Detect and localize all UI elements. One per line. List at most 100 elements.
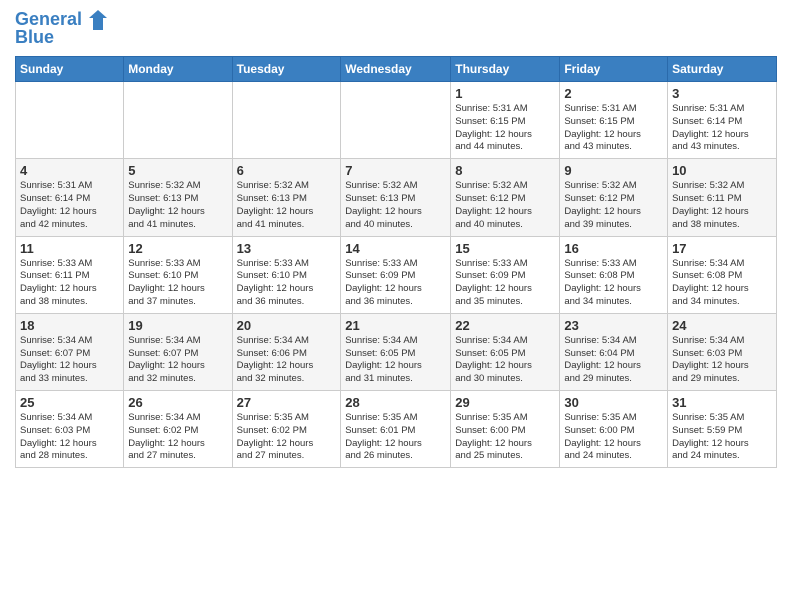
calendar-cell bbox=[16, 82, 124, 159]
calendar-cell: 31Sunrise: 5:35 AM Sunset: 5:59 PM Dayli… bbox=[668, 391, 777, 468]
calendar-cell bbox=[124, 82, 232, 159]
day-info: Sunrise: 5:34 AM Sunset: 6:07 PM Dayligh… bbox=[20, 335, 119, 386]
week-row-4: 18Sunrise: 5:34 AM Sunset: 6:07 PM Dayli… bbox=[16, 313, 777, 390]
day-number: 21 bbox=[345, 318, 446, 333]
day-number: 3 bbox=[672, 86, 772, 101]
header-row: SundayMondayTuesdayWednesdayThursdayFrid… bbox=[16, 57, 777, 82]
calendar-cell: 9 Sunrise: 5:32 AM Sunset: 6:12 PM Daylig… bbox=[560, 159, 668, 236]
day-info: Sunrise: 5:33 AM Sunset: 6:10 PM Dayligh… bbox=[128, 258, 227, 309]
calendar-cell: 18Sunrise: 5:34 AM Sunset: 6:07 PM Dayli… bbox=[16, 313, 124, 390]
day-number: 5 bbox=[128, 163, 227, 178]
day-number: 13 bbox=[237, 241, 337, 256]
day-number: 25 bbox=[20, 395, 119, 410]
day-info: Sunrise: 5:34 AM Sunset: 6:03 PM Dayligh… bbox=[672, 335, 772, 386]
calendar-cell: 30 Sunrise: 5:35 AM Sunset: 6:00 PM Dayli… bbox=[560, 391, 668, 468]
calendar-cell: 28 Sunrise: 5:35 AM Sunset: 6:01 PM Dayli… bbox=[341, 391, 451, 468]
day-info: Sunrise: 5:33 AM Sunset: 6:09 PM Dayligh… bbox=[345, 258, 446, 309]
day-number: 28 bbox=[345, 395, 446, 410]
day-number: 9 bbox=[564, 163, 663, 178]
day-info: Sunrise: 5:35 AM Sunset: 6:01 PM Dayligh… bbox=[345, 412, 446, 463]
calendar-cell: 24Sunrise: 5:34 AM Sunset: 6:03 PM Dayli… bbox=[668, 313, 777, 390]
day-info: Sunrise: 5:34 AM Sunset: 6:06 PM Dayligh… bbox=[237, 335, 337, 386]
header-cell-sunday: Sunday bbox=[16, 57, 124, 82]
calendar-cell: 27 Sunrise: 5:35 AM Sunset: 6:02 PM Dayli… bbox=[232, 391, 341, 468]
day-info: Sunrise: 5:31 AM Sunset: 6:15 PM Dayligh… bbox=[455, 103, 555, 154]
day-number: 4 bbox=[20, 163, 119, 178]
header-cell-tuesday: Tuesday bbox=[232, 57, 341, 82]
day-number: 7 bbox=[345, 163, 446, 178]
header-cell-friday: Friday bbox=[560, 57, 668, 82]
calendar-cell: 4 Sunrise: 5:31 AM Sunset: 6:14 PM Daylig… bbox=[16, 159, 124, 236]
day-info: Sunrise: 5:31 AM Sunset: 6:14 PM Dayligh… bbox=[672, 103, 772, 154]
day-number: 11 bbox=[20, 241, 119, 256]
calendar-cell: 16 Sunrise: 5:33 AM Sunset: 6:08 PM Dayli… bbox=[560, 236, 668, 313]
calendar-cell: 23 Sunrise: 5:34 AM Sunset: 6:04 PM Dayli… bbox=[560, 313, 668, 390]
calendar-cell: 21Sunrise: 5:34 AM Sunset: 6:05 PM Dayli… bbox=[341, 313, 451, 390]
calendar-cell: 10 Sunrise: 5:32 AM Sunset: 6:11 PM Dayli… bbox=[668, 159, 777, 236]
day-number: 26 bbox=[128, 395, 227, 410]
day-number: 20 bbox=[237, 318, 337, 333]
day-number: 16 bbox=[564, 241, 663, 256]
day-info: Sunrise: 5:34 AM Sunset: 6:02 PM Dayligh… bbox=[128, 412, 227, 463]
day-info: Sunrise: 5:35 AM Sunset: 6:02 PM Dayligh… bbox=[237, 412, 337, 463]
logo-line2: Blue bbox=[15, 28, 107, 48]
calendar-cell: 13 Sunrise: 5:33 AM Sunset: 6:10 PM Dayli… bbox=[232, 236, 341, 313]
calendar-cell: 19 Sunrise: 5:34 AM Sunset: 6:07 PM Dayli… bbox=[124, 313, 232, 390]
day-number: 17 bbox=[672, 241, 772, 256]
day-info: Sunrise: 5:31 AM Sunset: 6:15 PM Dayligh… bbox=[564, 103, 663, 154]
calendar-cell: 3 Sunrise: 5:31 AM Sunset: 6:14 PM Daylig… bbox=[668, 82, 777, 159]
day-info: Sunrise: 5:33 AM Sunset: 6:10 PM Dayligh… bbox=[237, 258, 337, 309]
day-info: Sunrise: 5:34 AM Sunset: 6:05 PM Dayligh… bbox=[455, 335, 555, 386]
day-number: 22 bbox=[455, 318, 555, 333]
calendar-cell: 1 Sunrise: 5:31 AM Sunset: 6:15 PM Daylig… bbox=[451, 82, 560, 159]
day-info: Sunrise: 5:32 AM Sunset: 6:12 PM Dayligh… bbox=[564, 180, 663, 231]
day-number: 15 bbox=[455, 241, 555, 256]
day-number: 8 bbox=[455, 163, 555, 178]
day-number: 19 bbox=[128, 318, 227, 333]
day-number: 2 bbox=[564, 86, 663, 101]
day-info: Sunrise: 5:35 AM Sunset: 6:00 PM Dayligh… bbox=[564, 412, 663, 463]
day-info: Sunrise: 5:31 AM Sunset: 6:14 PM Dayligh… bbox=[20, 180, 119, 231]
week-row-3: 11 Sunrise: 5:33 AM Sunset: 6:11 PM Dayli… bbox=[16, 236, 777, 313]
header-cell-saturday: Saturday bbox=[668, 57, 777, 82]
calendar-cell: 26 Sunrise: 5:34 AM Sunset: 6:02 PM Dayli… bbox=[124, 391, 232, 468]
calendar-cell: 7 Sunrise: 5:32 AM Sunset: 6:13 PM Daylig… bbox=[341, 159, 451, 236]
day-info: Sunrise: 5:32 AM Sunset: 6:13 PM Dayligh… bbox=[128, 180, 227, 231]
calendar-cell: 12Sunrise: 5:33 AM Sunset: 6:10 PM Dayli… bbox=[124, 236, 232, 313]
calendar-cell bbox=[341, 82, 451, 159]
day-info: Sunrise: 5:34 AM Sunset: 6:08 PM Dayligh… bbox=[672, 258, 772, 309]
calendar-cell: 14Sunrise: 5:33 AM Sunset: 6:09 PM Dayli… bbox=[341, 236, 451, 313]
calendar-cell: 15 Sunrise: 5:33 AM Sunset: 6:09 PM Dayli… bbox=[451, 236, 560, 313]
logo: General Blue bbox=[15, 10, 107, 48]
day-info: Sunrise: 5:32 AM Sunset: 6:12 PM Dayligh… bbox=[455, 180, 555, 231]
day-number: 6 bbox=[237, 163, 337, 178]
header-cell-monday: Monday bbox=[124, 57, 232, 82]
day-number: 1 bbox=[455, 86, 555, 101]
header-cell-wednesday: Wednesday bbox=[341, 57, 451, 82]
calendar-cell: 20 Sunrise: 5:34 AM Sunset: 6:06 PM Dayli… bbox=[232, 313, 341, 390]
week-row-2: 4 Sunrise: 5:31 AM Sunset: 6:14 PM Daylig… bbox=[16, 159, 777, 236]
day-number: 31 bbox=[672, 395, 772, 410]
page-header: General Blue bbox=[15, 10, 777, 48]
day-number: 27 bbox=[237, 395, 337, 410]
day-info: Sunrise: 5:34 AM Sunset: 6:04 PM Dayligh… bbox=[564, 335, 663, 386]
day-info: Sunrise: 5:33 AM Sunset: 6:11 PM Dayligh… bbox=[20, 258, 119, 309]
day-number: 30 bbox=[564, 395, 663, 410]
header-cell-thursday: Thursday bbox=[451, 57, 560, 82]
day-info: Sunrise: 5:32 AM Sunset: 6:11 PM Dayligh… bbox=[672, 180, 772, 231]
day-number: 29 bbox=[455, 395, 555, 410]
day-number: 23 bbox=[564, 318, 663, 333]
calendar-cell: 17 Sunrise: 5:34 AM Sunset: 6:08 PM Dayli… bbox=[668, 236, 777, 313]
day-info: Sunrise: 5:33 AM Sunset: 6:08 PM Dayligh… bbox=[564, 258, 663, 309]
calendar-cell: 25Sunrise: 5:34 AM Sunset: 6:03 PM Dayli… bbox=[16, 391, 124, 468]
day-info: Sunrise: 5:33 AM Sunset: 6:09 PM Dayligh… bbox=[455, 258, 555, 309]
day-number: 10 bbox=[672, 163, 772, 178]
week-row-5: 25Sunrise: 5:34 AM Sunset: 6:03 PM Dayli… bbox=[16, 391, 777, 468]
logo-icon bbox=[89, 10, 107, 30]
day-info: Sunrise: 5:32 AM Sunset: 6:13 PM Dayligh… bbox=[345, 180, 446, 231]
day-info: Sunrise: 5:35 AM Sunset: 6:00 PM Dayligh… bbox=[455, 412, 555, 463]
day-info: Sunrise: 5:32 AM Sunset: 6:13 PM Dayligh… bbox=[237, 180, 337, 231]
calendar-cell: 8 Sunrise: 5:32 AM Sunset: 6:12 PM Daylig… bbox=[451, 159, 560, 236]
day-info: Sunrise: 5:34 AM Sunset: 6:07 PM Dayligh… bbox=[128, 335, 227, 386]
calendar-cell: 5 Sunrise: 5:32 AM Sunset: 6:13 PM Daylig… bbox=[124, 159, 232, 236]
